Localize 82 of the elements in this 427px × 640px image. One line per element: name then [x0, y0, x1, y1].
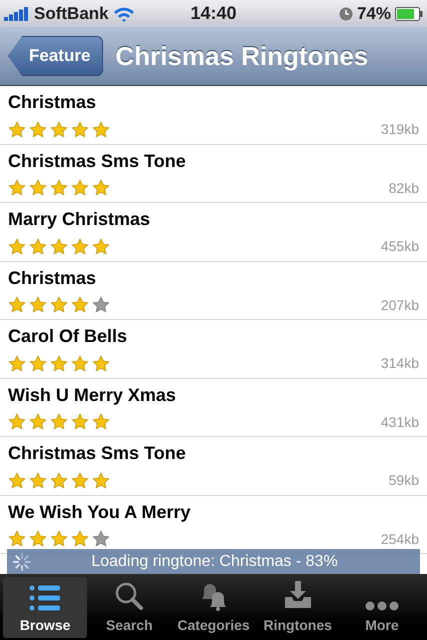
clock-icon	[338, 6, 353, 20]
star-icon	[71, 472, 89, 490]
star-icon	[92, 179, 110, 197]
battery-label: 74%	[356, 2, 391, 25]
tab-item[interactable]: Categories	[171, 577, 256, 638]
tab-item[interactable]: Ringtones	[256, 577, 340, 638]
ringtone-row[interactable]: Christmas Sms Tone 59kb	[0, 437, 427, 496]
star-icon	[71, 238, 89, 256]
file-size: 207kb	[380, 296, 419, 314]
ringtone-title: Marry Christmas	[8, 208, 152, 230]
file-size: 82kb	[388, 178, 419, 198]
star-icon	[92, 296, 110, 314]
ringtone-row[interactable]: Christmas Sms Tone 82kb	[0, 144, 427, 203]
star-icon	[50, 238, 68, 256]
star-icon	[50, 120, 68, 138]
star-icon	[29, 413, 47, 431]
file-size: 254kb	[380, 530, 419, 548]
star-icon	[71, 120, 89, 138]
star-icon	[8, 530, 26, 548]
star-icon	[71, 296, 89, 314]
star-icon	[8, 472, 26, 490]
star-icon	[29, 354, 47, 372]
star-icon	[92, 354, 110, 372]
star-icon	[71, 530, 89, 548]
ringtone-row[interactable]: Christmas 207kb	[0, 262, 427, 320]
battery-icon	[395, 6, 423, 20]
tab-item[interactable]: More	[340, 577, 424, 638]
ringtone-title: We Wish You A Merry	[8, 500, 192, 522]
star-icon	[92, 530, 110, 548]
ringtone-title: Christmas	[8, 266, 98, 288]
spinner-icon	[11, 550, 33, 572]
star-icon	[92, 413, 110, 431]
star-icon	[50, 354, 68, 372]
star-icon	[71, 179, 89, 197]
star-icon	[8, 238, 26, 256]
star-icon	[50, 296, 68, 314]
star-icon	[29, 120, 47, 138]
star-icon	[71, 413, 89, 431]
carrier-label: SoftBank	[34, 2, 109, 25]
star-icon	[50, 530, 68, 548]
star-icon	[8, 413, 26, 431]
star-icon	[29, 296, 47, 314]
star-icon	[29, 472, 47, 490]
tab-item[interactable]: Search	[87, 577, 172, 638]
ringtone-title: Carol Of Bells	[8, 325, 128, 347]
star-icon	[8, 296, 26, 314]
back-button[interactable]: Feature	[8, 36, 104, 76]
ringtone-row[interactable]: Wish U Merry Xmas 431kb	[0, 378, 427, 437]
star-icon	[8, 179, 26, 197]
star-icon	[29, 238, 47, 256]
ringtone-title: Wish U Merry Xmas	[8, 384, 177, 406]
file-size: 319kb	[380, 120, 419, 139]
star-icon	[8, 354, 26, 372]
ringtone-row[interactable]: Christmas 319kb	[0, 86, 427, 144]
ringtone-title: Christmas	[8, 91, 98, 113]
ringtone-row[interactable]: Marry Christmas 455kb	[0, 203, 427, 262]
signal-icon	[4, 6, 30, 20]
star-icon	[50, 179, 68, 197]
file-size: 431kb	[380, 412, 419, 432]
ringtone-title: Christmas Sms Tone	[8, 442, 187, 464]
tab-item[interactable]: Browse	[3, 577, 88, 638]
star-icon	[29, 179, 47, 197]
star-icon	[92, 472, 110, 490]
page-title: Chrismas Ringtones	[115, 40, 368, 72]
star-icon	[50, 472, 68, 490]
file-size: 314kb	[380, 354, 419, 373]
star-icon	[92, 238, 110, 256]
wifi-icon	[112, 6, 135, 22]
file-size: 59kb	[388, 471, 419, 490]
star-icon	[8, 120, 26, 138]
search-icon	[114, 581, 144, 611]
loading-text: Loading ringtone: Christmas - 83%	[90, 552, 339, 572]
clock-label: 14:40	[189, 2, 238, 25]
ringtone-row[interactable]: Carol Of Bells 314kb	[0, 320, 427, 378]
ringtone-title: Christmas Sms Tone	[8, 150, 187, 172]
file-size: 455kb	[380, 237, 419, 256]
star-icon	[29, 530, 47, 548]
list-icon	[28, 585, 62, 611]
more-icon	[364, 601, 399, 611]
star-icon	[92, 120, 110, 138]
star-icon	[71, 354, 89, 372]
star-icon	[50, 413, 68, 431]
